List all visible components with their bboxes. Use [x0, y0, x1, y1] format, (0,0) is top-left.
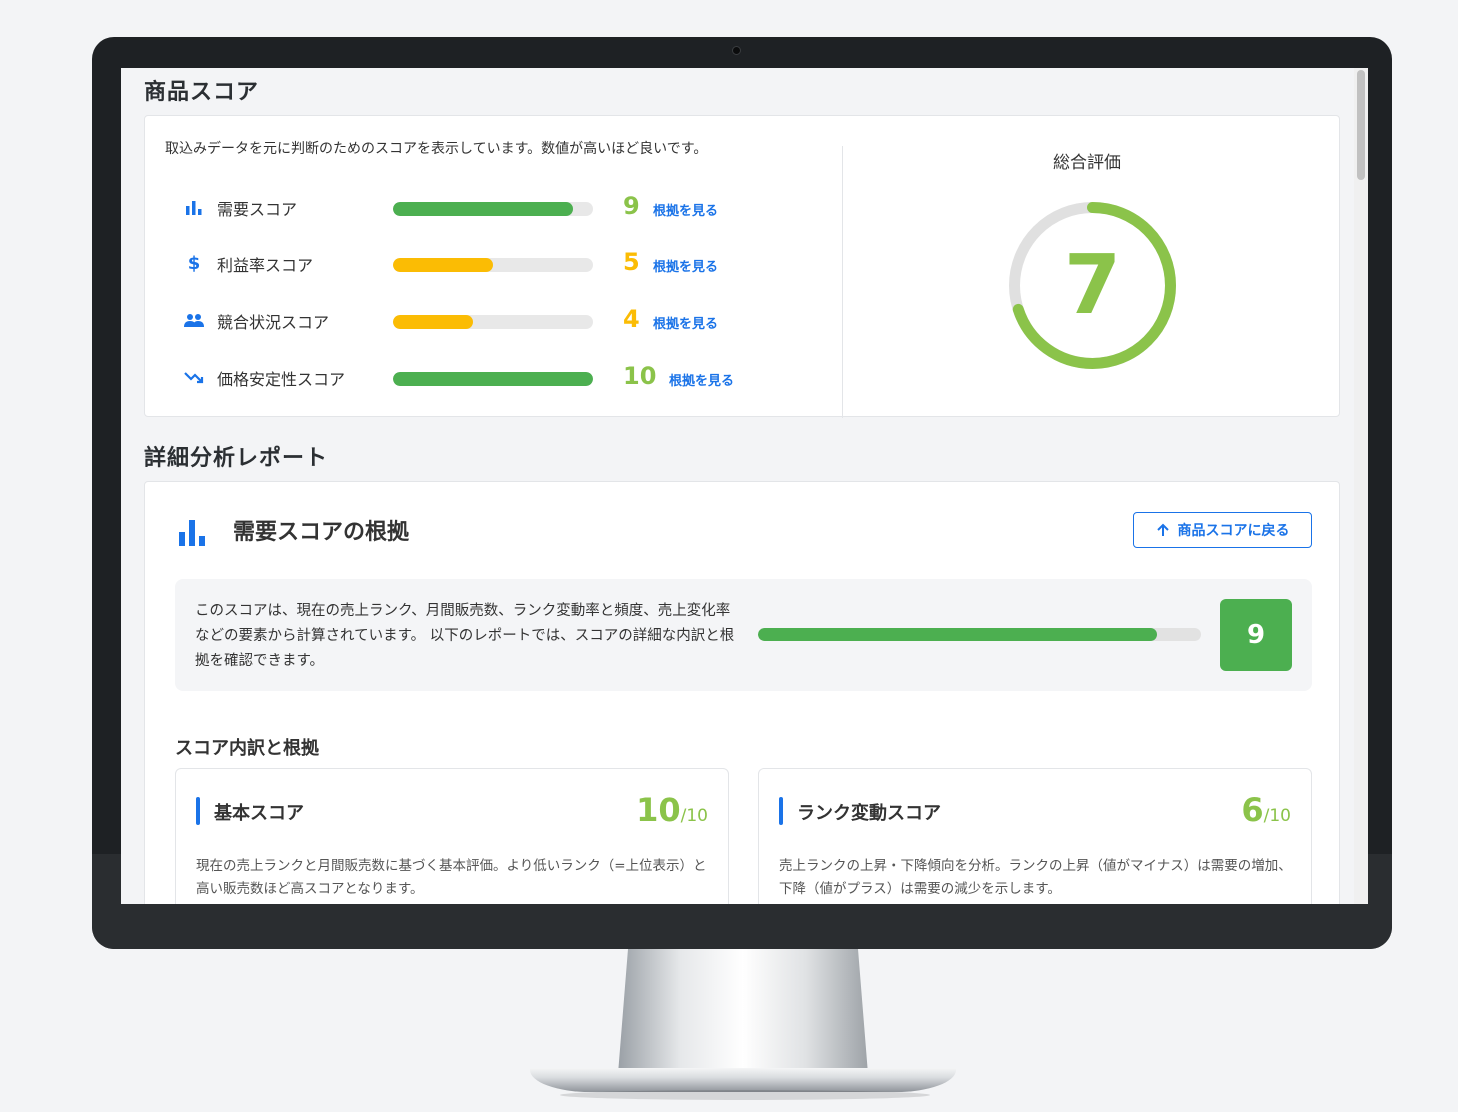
scrollbar-thumb[interactable]	[1357, 70, 1365, 180]
score-bar-fill	[393, 258, 493, 272]
intro-text: 取込みデータを元に判断のためのスコアを表示しています。数値が高いほど良いです。	[165, 141, 708, 157]
detail-title: 需要スコアの根拠	[233, 520, 410, 545]
breakdown-card-title: ランク変動スコア	[797, 803, 941, 824]
summary-text: このスコアは、現在の売上ランク、月間販売数、ランク変動率と頻度、売上変化率などの…	[195, 603, 735, 669]
people-icon	[183, 309, 205, 331]
monitor-stand-base	[530, 1068, 956, 1092]
summary-score-bar	[758, 628, 1201, 641]
score-value: 10	[623, 362, 657, 390]
score-row-demand: 需要スコア 9 根拠を見る	[183, 192, 763, 222]
score-row-profit: $ 利益率スコア 5 根拠を見る	[183, 248, 763, 278]
breakdown-title: スコア内訳と根拠	[175, 738, 319, 759]
dollar-icon: $	[187, 252, 201, 274]
monitor-stand-neck	[618, 949, 868, 1074]
breakdown-card-score: 6/10	[1241, 791, 1291, 829]
trending-down-icon	[183, 366, 205, 388]
score-row-price-stability: 価格安定性スコア 10 根拠を見る	[183, 362, 763, 392]
breakdown-card-description: 現在の売上ランクと月間販売数に基づく基本評価。より低いランク（=上位表示）と高い…	[196, 858, 707, 897]
detail-report-card: 需要スコアの根拠 商品スコアに戻る このスコアは、現在の売上ランク、月間販売数、…	[144, 481, 1340, 904]
score-bar	[393, 315, 593, 329]
score-bar-fill	[393, 202, 573, 216]
breakdown-card-rank-change: ランク変動スコア 6/10 売上ランクの上昇・下降傾向を分析。ランクの上昇（値が…	[758, 768, 1312, 904]
score-summary-box: このスコアは、現在の売上ランク、月間販売数、ランク変動率と頻度、売上変化率などの…	[175, 579, 1312, 691]
breakdown-score-value: 10	[636, 791, 681, 829]
view-evidence-link[interactable]: 根拠を見る	[669, 370, 734, 389]
score-label: 需要スコア	[217, 200, 298, 219]
score-bar	[393, 258, 593, 272]
camera-dot	[732, 46, 741, 55]
score-bar-fill	[393, 372, 593, 386]
summary-score-badge: 9	[1220, 599, 1292, 671]
detail-report-heading: 詳細分析レポート	[144, 446, 329, 471]
score-value: 5	[623, 248, 640, 276]
score-value: 4	[623, 305, 640, 333]
overall-rating-title: 総合評価	[1053, 153, 1121, 173]
screen: 商品スコア 取込みデータを元に判断のためのスコアを表示しています。数値が高いほど…	[121, 68, 1368, 904]
summary-score-bar-fill	[758, 628, 1157, 641]
breakdown-card-score: 10/10	[636, 791, 708, 829]
product-score-heading: 商品スコア	[144, 80, 260, 105]
score-row-competition: 競合状況スコア 4 根拠を見る	[183, 305, 763, 335]
bar-chart-icon	[179, 518, 209, 546]
arrow-up-icon	[1156, 523, 1169, 536]
divider	[842, 146, 843, 418]
view-evidence-link[interactable]: 根拠を見る	[653, 256, 718, 275]
score-label: 価格安定性スコア	[217, 370, 346, 389]
breakdown-card-base: 基本スコア 10/10 現在の売上ランクと月間販売数に基づく基本評価。より低いラ…	[175, 768, 729, 904]
breakdown-card-title: 基本スコア	[214, 803, 304, 824]
back-to-score-button[interactable]: 商品スコアに戻る	[1133, 512, 1312, 548]
score-overview-card: 取込みデータを元に判断のためのスコアを表示しています。数値が高いほど良いです。 …	[144, 115, 1340, 418]
monitor-stand-shadow	[560, 1090, 930, 1100]
score-label: 利益率スコア	[217, 256, 314, 275]
accent-bar	[196, 797, 200, 825]
score-bar	[393, 372, 593, 386]
bar-chart-icon	[183, 196, 205, 218]
accent-bar	[779, 797, 783, 825]
overall-rating-gauge: 7	[1005, 198, 1180, 373]
view-evidence-link[interactable]: 根拠を見る	[653, 313, 718, 332]
breakdown-card-description: 売上ランクの上昇・下降傾向を分析。ランクの上昇（値がマイナス）は需要の増加、下降…	[779, 858, 1292, 897]
score-bar	[393, 202, 593, 216]
back-button-label: 商品スコアに戻る	[1177, 523, 1290, 539]
scrollbar[interactable]	[1354, 68, 1368, 904]
breakdown-score-max: /10	[680, 806, 708, 826]
breakdown-score-max: /10	[1263, 806, 1291, 826]
score-value: 9	[623, 192, 640, 220]
score-bar-fill	[393, 315, 473, 329]
score-label: 競合状況スコア	[217, 313, 330, 332]
breakdown-score-value: 6	[1241, 791, 1264, 829]
view-evidence-link[interactable]: 根拠を見る	[653, 200, 718, 219]
overall-rating-value: 7	[1063, 238, 1122, 333]
